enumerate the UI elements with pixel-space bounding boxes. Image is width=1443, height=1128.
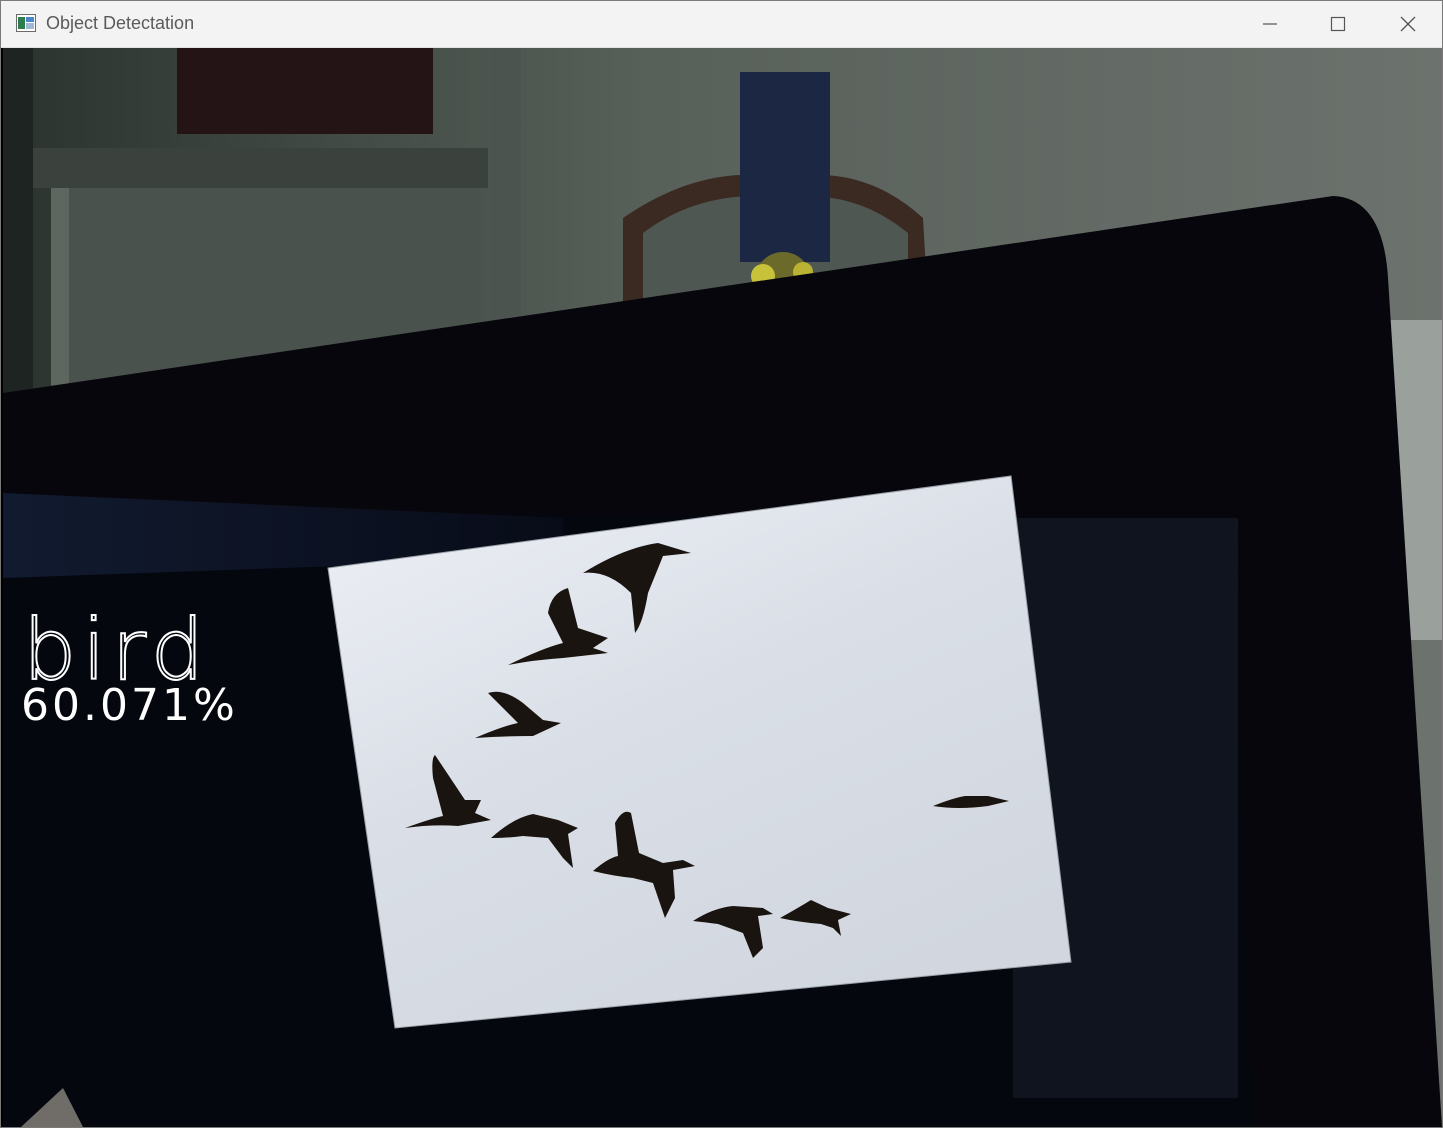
close-icon bbox=[1399, 15, 1417, 33]
app-window-icon bbox=[16, 14, 36, 32]
app-window: Object Detectation bird 60.071% bbox=[0, 0, 1443, 1128]
maximize-button[interactable] bbox=[1304, 1, 1372, 47]
camera-feed: bird 60.071% bbox=[3, 48, 1442, 1127]
minimize-button[interactable] bbox=[1236, 1, 1304, 47]
close-button[interactable] bbox=[1374, 1, 1442, 47]
wall-plaque bbox=[177, 48, 433, 134]
title-bar[interactable]: Object Detectation bbox=[1, 1, 1442, 48]
window-title: Object Detectation bbox=[46, 13, 195, 33]
hanging-banner bbox=[740, 72, 830, 262]
minimize-icon bbox=[1262, 16, 1278, 32]
bird-photo bbox=[327, 475, 1072, 1029]
detection-confidence: 60.071% bbox=[21, 680, 238, 731]
maximize-icon bbox=[1330, 16, 1346, 32]
camera-frame-image bbox=[3, 48, 1442, 1127]
